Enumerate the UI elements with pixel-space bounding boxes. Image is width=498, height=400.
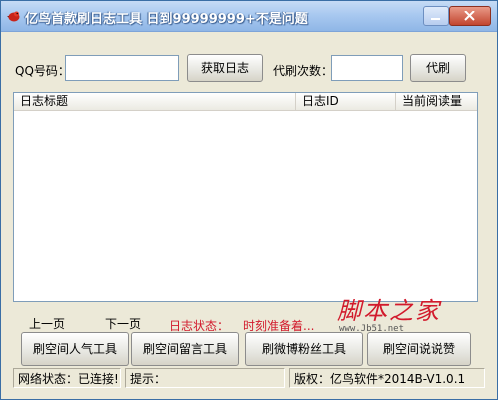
main-window: 亿鸟首款刷日志工具 日到99999999+不是问题 QQ号码： 获取日志 代刷次… bbox=[0, 0, 498, 400]
status-bar: 网络状态：已连接! 提示： 版权：亿鸟软件*2014B-V1.0.1 bbox=[1, 368, 497, 399]
run-button[interactable]: 代刷 bbox=[410, 54, 466, 82]
qq-label: QQ号码： bbox=[15, 64, 70, 78]
run-label: 代刷 bbox=[425, 61, 450, 75]
tool-button-label: 刷空间留言工具 bbox=[142, 342, 227, 356]
fetch-log-label: 获取日志 bbox=[200, 61, 249, 75]
next-page-link[interactable]: 下一页 bbox=[105, 315, 141, 332]
tool-button-message[interactable]: 刷空间留言工具 bbox=[131, 332, 239, 366]
prev-page-link[interactable]: 上一页 bbox=[29, 315, 65, 332]
count-label: 代刷次数： bbox=[273, 64, 334, 78]
network-status: 网络状态：已连接! bbox=[13, 368, 121, 388]
site-watermark: 脚本之家 www.Jb51.net bbox=[337, 291, 477, 343]
log-list[interactable]: 日志标题 日志ID 当前阅读量 bbox=[13, 92, 478, 302]
tool-button-popularity[interactable]: 刷空间人气工具 bbox=[21, 332, 129, 366]
list-header: 日志标题 日志ID 当前阅读量 bbox=[14, 93, 477, 111]
close-button[interactable] bbox=[449, 6, 491, 26]
column-log-title[interactable]: 日志标题 bbox=[14, 93, 296, 110]
title-bar[interactable]: 亿鸟首款刷日志工具 日到99999999+不是问题 bbox=[1, 1, 497, 32]
tool-button-label: 刷空间人气工具 bbox=[32, 342, 117, 356]
minimize-button[interactable] bbox=[423, 6, 449, 26]
hint-text: 提示： bbox=[125, 368, 285, 388]
watermark-title: 脚本之家 bbox=[337, 297, 441, 325]
watermark-url: www.Jb51.net bbox=[339, 324, 405, 334]
window-title: 亿鸟首款刷日志工具 日到99999999+不是问题 bbox=[25, 12, 308, 27]
count-input[interactable] bbox=[331, 55, 403, 81]
column-log-id[interactable]: 日志ID bbox=[296, 93, 396, 110]
version-text: 版权：亿鸟软件*2014B-V1.0.1 bbox=[289, 368, 485, 388]
client-area: QQ号码： 获取日志 代刷次数： 代刷 日志标题 日志ID 当前阅读量 上一页 … bbox=[1, 32, 497, 399]
bird-icon bbox=[7, 11, 20, 22]
close-icon bbox=[464, 11, 475, 21]
minimize-icon bbox=[431, 18, 440, 20]
column-read-count[interactable]: 当前阅读量 bbox=[396, 93, 477, 110]
qq-input[interactable] bbox=[65, 55, 179, 81]
fetch-log-button[interactable]: 获取日志 bbox=[187, 54, 263, 82]
